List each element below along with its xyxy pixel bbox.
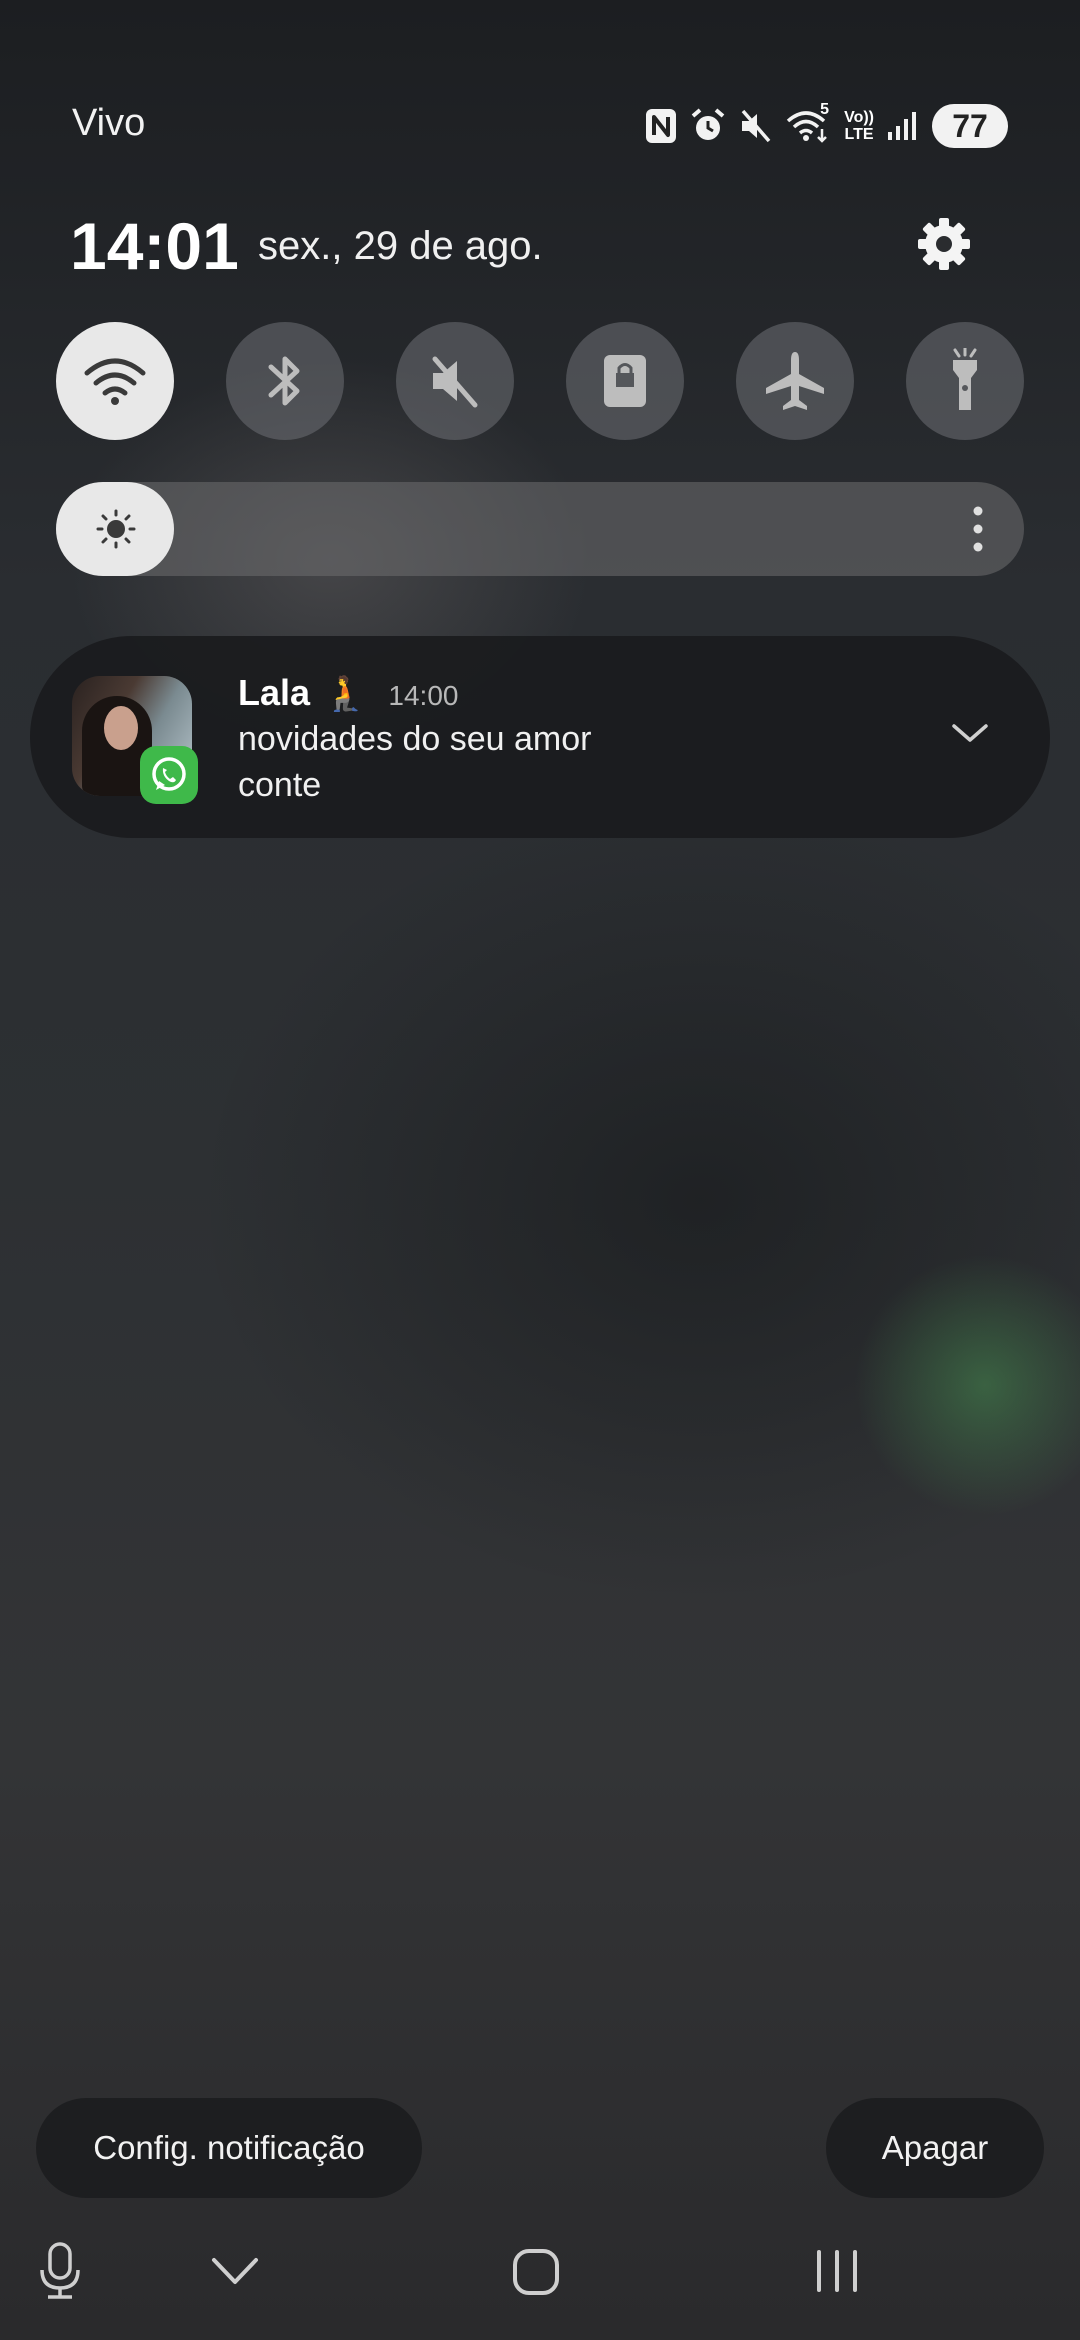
wifi-icon: 5 <box>786 101 832 145</box>
notification-settings-button[interactable]: Config. notificação <box>36 2098 422 2198</box>
status-icons: 5 Vo)) LTE 77 <box>644 98 1008 154</box>
signal-icon <box>886 108 920 144</box>
chevron-down-icon[interactable] <box>210 2254 260 2293</box>
wifi-toggle[interactable] <box>56 322 174 440</box>
lock-toggle[interactable] <box>566 322 684 440</box>
airplane-mode-toggle[interactable] <box>736 322 854 440</box>
notification-time: 14:00 <box>388 680 459 711</box>
microphone-icon[interactable] <box>38 2240 82 2307</box>
home-icon[interactable] <box>512 2248 560 2301</box>
avatar-face <box>104 706 138 750</box>
panel-header: 14:01 sex., 29 de ago. <box>0 200 1080 290</box>
date: sex., 29 de ago. <box>258 224 543 268</box>
lock-icon <box>604 355 646 407</box>
notification-card[interactable]: Lala 🧎 14:00 novidades do seu amor conte <box>30 636 1050 838</box>
chevron-down-icon[interactable] <box>950 720 990 751</box>
flashlight-toggle[interactable] <box>906 322 1024 440</box>
battery-indicator: 77 <box>932 104 1008 148</box>
settings-gear-icon[interactable] <box>912 212 976 276</box>
recents-icon[interactable] <box>814 2248 860 2299</box>
notification-title-row: Lala 🧎 14:00 <box>238 672 458 714</box>
volte-icon: Vo)) LTE <box>844 109 874 143</box>
sound-toggle[interactable] <box>396 322 514 440</box>
volte-bottom: LTE <box>844 126 874 143</box>
mute-icon <box>432 356 478 408</box>
wifi-icon <box>84 358 146 405</box>
wifi-band: 5 <box>820 101 829 118</box>
more-options-icon[interactable] <box>972 504 984 559</box>
brightness-slider[interactable] <box>56 482 1024 576</box>
notification-message-line-1: novidades do seu amor <box>238 720 592 758</box>
whatsapp-icon <box>140 746 198 804</box>
flashlight-icon <box>953 348 977 410</box>
carrier-name: Vivo <box>72 102 146 144</box>
sun-icon <box>94 505 138 558</box>
clear-all-button[interactable]: Apagar <box>826 2098 1044 2198</box>
bluetooth-icon <box>268 356 300 406</box>
airplane-icon <box>766 352 824 410</box>
navigation-bar <box>0 2240 1080 2310</box>
nfc-icon <box>644 107 678 145</box>
volte-top: Vo)) <box>844 109 874 126</box>
status-bar: Vivo 5 Vo)) LTE 77 <box>0 90 1080 160</box>
mute-icon <box>738 107 774 145</box>
quick-settings <box>0 322 1080 442</box>
bluetooth-toggle[interactable] <box>226 322 344 440</box>
alarm-icon <box>690 107 726 145</box>
notification-emoji: 🧎 <box>324 675 367 713</box>
clock: 14:01 <box>70 209 239 283</box>
notification-message-line-2: conte <box>238 766 322 804</box>
notification-sender: Lala <box>238 672 311 713</box>
